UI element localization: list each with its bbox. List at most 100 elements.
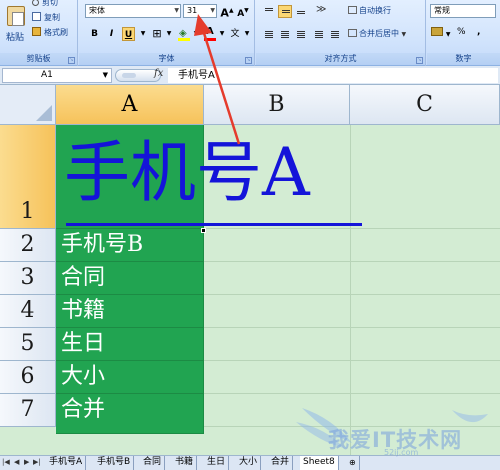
chevron-down-icon: ▼ — [445, 31, 451, 38]
column-header-c[interactable]: C — [350, 85, 500, 125]
comma-button[interactable]: , — [477, 27, 480, 37]
spreadsheet-grid[interactable]: A B C 1 2 3 4 5 6 7 手机号B 合同 书籍 生日 大小 合并 … — [0, 85, 500, 455]
name-box[interactable]: A1 ▼ — [2, 68, 112, 83]
align-top-button[interactable] — [262, 5, 276, 18]
shrink-font-button[interactable]: A▼ — [236, 4, 250, 19]
align-center-button[interactable] — [278, 28, 292, 41]
row-number: 1 — [20, 199, 35, 224]
row-header-6[interactable]: 6 — [0, 361, 56, 394]
cell-a6[interactable]: 大小 — [56, 361, 204, 394]
merge-center-button[interactable]: 合并后居中 ▼ — [348, 28, 406, 39]
insert-function-icon[interactable]: fx — [154, 68, 163, 79]
row-number: 4 — [20, 298, 35, 323]
increase-indent-button[interactable] — [328, 28, 342, 41]
insert-sheet-icon[interactable]: ⊕ — [346, 456, 360, 470]
align-middle-button[interactable] — [278, 5, 292, 18]
brush-icon — [32, 27, 41, 36]
row-header-4[interactable]: 4 — [0, 295, 56, 328]
cut-button[interactable]: 剪切 — [32, 0, 58, 9]
sheet-tab-active[interactable]: Sheet8 — [300, 456, 339, 470]
gridline — [204, 426, 500, 427]
row-number: 3 — [20, 265, 35, 290]
font-size-select[interactable]: 31 ▼ — [183, 4, 217, 18]
cell-a7[interactable]: 合并 — [56, 394, 204, 434]
bold-button[interactable]: B — [88, 27, 101, 41]
align-left-button[interactable] — [262, 28, 276, 41]
chevron-down-icon[interactable]: ▼ — [165, 27, 173, 41]
align-top-icon — [265, 8, 273, 12]
currency-button[interactable]: ▼ — [431, 27, 451, 39]
orientation-button[interactable]: ≫ — [314, 4, 332, 18]
sheet-tab[interactable]: 手机号B — [94, 456, 135, 470]
phonetic-icon: 文 — [230, 29, 240, 39]
phonetic-button[interactable]: 文 — [228, 27, 242, 41]
clipboard-group: 粘贴 剪切 复制 格式刷 剪贴板 ↘ — [0, 0, 78, 66]
row-header-5[interactable]: 5 — [0, 328, 56, 361]
align-bottom-button[interactable] — [294, 5, 308, 18]
row-number: 6 — [20, 364, 35, 389]
row-header-2[interactable]: 2 — [0, 229, 56, 262]
gridline — [204, 327, 500, 328]
select-all-button[interactable] — [0, 85, 56, 125]
italic-button[interactable]: I — [105, 27, 118, 41]
sheet-tab[interactable]: 合同 — [140, 456, 166, 470]
first-sheet-icon[interactable]: |◀ — [2, 458, 10, 466]
decrease-indent-button[interactable] — [312, 28, 326, 41]
cell-a1-underline — [66, 223, 362, 226]
cell-a3[interactable]: 合同 — [56, 262, 204, 295]
wrap-text-button[interactable]: 自动换行 — [348, 5, 391, 16]
fill-color-swatch — [178, 38, 190, 41]
chevron-down-icon[interactable]: ▼ — [103, 69, 108, 82]
align-left-icon — [265, 31, 273, 38]
font-launcher-icon[interactable]: ↘ — [245, 57, 252, 64]
copy-button[interactable]: 复制 — [32, 12, 60, 24]
paste-button[interactable]: 粘贴 — [4, 4, 28, 48]
chevron-down-icon[interactable]: ▼ — [218, 27, 226, 41]
cell-a5[interactable]: 生日 — [56, 328, 204, 361]
row-header-3[interactable]: 3 — [0, 262, 56, 295]
alignment-launcher-icon[interactable]: ↘ — [416, 57, 423, 64]
percent-button[interactable]: % — [457, 27, 466, 37]
gridline — [204, 294, 500, 295]
alignment-group: ≫ 自动换行 合并后居中 ▼ 对齐方式 ↘ — [256, 0, 426, 66]
next-sheet-icon[interactable]: ▶ — [24, 458, 29, 466]
align-right-button[interactable] — [294, 28, 308, 41]
increase-indent-icon — [331, 31, 339, 38]
sheet-tab[interactable]: 合并 — [268, 456, 294, 470]
row-header-7[interactable]: 7 — [0, 394, 56, 427]
chevron-down-icon[interactable]: ▼ — [139, 27, 147, 41]
prev-sheet-icon[interactable]: ◀ — [14, 458, 19, 466]
column-header-a[interactable]: A — [56, 85, 204, 125]
borders-icon: ⊞ — [152, 27, 162, 40]
cell-a2[interactable]: 手机号B — [56, 229, 204, 262]
row-header-1[interactable]: 1 — [0, 125, 56, 229]
font-size-value: 31 — [187, 6, 198, 15]
number-group-label: 数字 — [427, 53, 500, 65]
sheet-tab[interactable]: 手机号A — [46, 456, 87, 470]
fill-color-button[interactable]: ◈ — [177, 27, 191, 41]
format-painter-button[interactable]: 格式刷 — [32, 27, 68, 39]
chevron-down-icon[interactable]: ▼ — [192, 27, 200, 41]
gridline — [204, 261, 500, 262]
align-center-icon — [281, 31, 289, 38]
last-sheet-icon[interactable]: ▶| — [33, 458, 41, 466]
chevron-down-icon[interactable]: ▼ — [243, 27, 251, 41]
sheet-tab[interactable]: 书籍 — [172, 456, 198, 470]
underline-button[interactable]: U — [122, 27, 135, 41]
column-header-b[interactable]: B — [204, 85, 350, 125]
sheet-tab[interactable]: 生日 — [204, 456, 230, 470]
clipboard-launcher-icon[interactable]: ↘ — [68, 57, 75, 64]
sheet-tab[interactable]: 大小 — [236, 456, 262, 470]
cell-a4[interactable]: 书籍 — [56, 295, 204, 328]
font-color-button[interactable]: A — [203, 26, 217, 41]
borders-button[interactable]: ⊞ — [150, 27, 164, 41]
font-name-select[interactable]: 宋体 ▼ — [85, 4, 181, 18]
sheet-tab-bar: |◀ ◀ ▶ ▶| 手机号A 手机号B 合同 书籍 生日 大小 合并 Sheet… — [0, 455, 500, 470]
grow-font-button[interactable]: A▲ — [220, 4, 234, 20]
fill-handle[interactable] — [201, 228, 206, 233]
formula-input[interactable]: 手机号A — [168, 68, 498, 83]
ribbon: 粘贴 剪切 复制 格式刷 剪贴板 ↘ 宋体 ▼ 31 ▼ A▲ A▼ B I U — [0, 0, 500, 66]
number-format-select[interactable]: 常规 — [430, 4, 496, 18]
row-number: 2 — [20, 232, 35, 257]
currency-icon — [431, 27, 443, 36]
